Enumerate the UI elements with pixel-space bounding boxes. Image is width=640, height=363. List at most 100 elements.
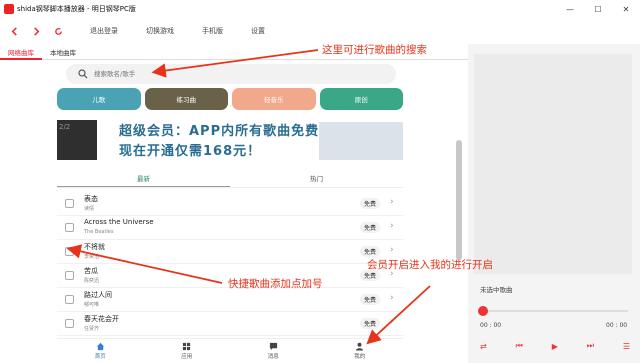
switch-game-menu[interactable]: 切换游戏 — [146, 26, 174, 36]
nav-messages[interactable]: 消息 — [230, 339, 317, 362]
nav-label: 我的 — [354, 353, 366, 360]
member-annotation: 会员开启进入我的进行开启 — [367, 259, 493, 271]
search-annotation: 这里可进行歌曲的搜索 — [322, 44, 427, 56]
chevron-right-icon[interactable]: › — [390, 245, 394, 255]
add-song-icon[interactable] — [65, 199, 74, 208]
promo-banner[interactable]: 2/2 超级会员：APP内所有歌曲免费 现在开通仅需168元！ — [57, 116, 403, 162]
maximize-button[interactable]: ☐ — [584, 0, 612, 18]
nav-mine[interactable]: 我的 — [317, 339, 404, 362]
time-current: 00 : 00 — [480, 322, 502, 329]
chevron-right-icon[interactable]: › — [390, 293, 394, 303]
add-song-icon[interactable] — [65, 247, 74, 256]
banner-thumb-text: 2/2 — [59, 123, 71, 131]
chevron-right-icon — [33, 26, 39, 36]
banner-line-1: 超级会员：APP内所有歌曲免费 — [119, 124, 320, 139]
user-icon — [356, 342, 364, 351]
current-song-label: 未选中歌曲 — [480, 286, 513, 294]
add-song-icon[interactable] — [65, 223, 74, 232]
bottom-nav: 首页 应用 消息 我的 — [57, 338, 403, 362]
back-button[interactable] — [6, 23, 22, 39]
song-artist: 陈奕迅 — [84, 278, 100, 284]
refresh-icon — [54, 27, 62, 35]
content-scroll[interactable]: 儿歌 练习曲 轻音乐 原创 2/2 超级会员：APP内所有歌曲免费 现在开通仅需… — [0, 86, 468, 336]
song-artist: 郁可唯 — [84, 302, 100, 308]
category-light-music[interactable]: 轻音乐 — [232, 88, 316, 110]
category-row: 儿歌 练习曲 轻音乐 原创 — [57, 88, 403, 110]
time-total: 00 : 00 — [606, 322, 628, 329]
sort-tabs: 最新 热门 — [57, 168, 403, 188]
window-title: shida钢琴脚本播放器 - 明日钢琴PC版 — [17, 5, 136, 13]
toolbar: 退出登录 切换游戏 手机版 设置 — [0, 18, 640, 44]
category-original[interactable]: 原创 — [319, 88, 403, 110]
add-song-icon[interactable] — [65, 295, 74, 304]
progress-knob[interactable] — [478, 306, 488, 316]
category-children[interactable]: 儿歌 — [57, 88, 141, 110]
player-panel: 未选中歌曲 00 : 00 00 : 00 ⇄ ⏮ ▶ ⏭ ☰ — [468, 44, 640, 363]
category-etude[interactable]: 练习曲 — [144, 88, 228, 110]
chevron-right-icon[interactable]: › — [390, 221, 394, 231]
shuffle-icon[interactable]: ⇄ — [480, 342, 487, 351]
message-icon — [269, 342, 277, 350]
mobile-version-menu[interactable]: 手机版 — [202, 26, 223, 36]
free-badge: 免费 — [360, 318, 381, 329]
nav-label: 首页 — [94, 353, 106, 360]
library-panel: 儿歌 练习曲 轻音乐 原创 2/2 超级会员：APP内所有歌曲免费 现在开通仅需… — [0, 60, 468, 363]
song-row[interactable]: 表态 读情 免费 › — [57, 192, 403, 216]
banner-side-image — [319, 122, 403, 160]
home-icon — [96, 342, 104, 350]
play-icon[interactable]: ▶ — [552, 342, 558, 351]
close-button[interactable]: ✕ — [612, 0, 640, 18]
app-window: shida钢琴脚本播放器 - 明日钢琴PC版 — ☐ ✕ 退出登录 切换游戏 手… — [0, 0, 640, 363]
free-badge: 免费 — [360, 246, 381, 257]
playlist-icon[interactable]: ☰ — [623, 342, 630, 351]
free-badge: 免费 — [360, 222, 381, 233]
tab-local-library[interactable]: 本地曲库 — [42, 44, 84, 60]
previous-icon[interactable]: ⏮ — [516, 341, 523, 351]
app-logo-icon — [4, 4, 14, 14]
song-list: 表态 读情 免费 › Across the Universe The Beatl… — [57, 192, 403, 336]
forward-button[interactable] — [28, 23, 44, 39]
song-artist: 任贤齐 — [84, 326, 100, 332]
song-artist: 读情 — [84, 206, 95, 212]
refresh-button[interactable] — [50, 23, 66, 39]
chevron-right-icon[interactable]: › — [390, 197, 394, 207]
banner-line-2: 现在开通仅需168元！ — [119, 144, 262, 159]
progress-track[interactable] — [482, 310, 628, 312]
song-title: 表态 — [84, 195, 98, 203]
settings-menu[interactable]: 设置 — [251, 26, 265, 36]
window-controls: — ☐ ✕ — [556, 0, 640, 18]
song-row[interactable]: 不将就 李荣浩 免费 › — [57, 240, 403, 264]
nav-apps[interactable]: 应用 — [144, 339, 231, 362]
song-artist: 李荣浩 — [84, 254, 100, 260]
album-cover — [474, 54, 632, 274]
free-badge: 免费 — [360, 198, 381, 209]
song-row[interactable]: Across the Universe The Beatles 免费 › — [57, 216, 403, 240]
search-icon — [78, 69, 88, 79]
player-controls: ⇄ ⏮ ▶ ⏭ ☰ — [480, 339, 630, 353]
scrollbar[interactable] — [456, 140, 462, 260]
song-artist: The Beatles — [84, 229, 114, 235]
chevron-left-icon — [11, 26, 17, 36]
minimize-button[interactable]: — — [556, 0, 584, 18]
song-row[interactable]: 路过人间 郁可唯 免费 › — [57, 288, 403, 312]
tab-popular[interactable]: 热门 — [230, 168, 403, 187]
logout-menu[interactable]: 退出登录 — [90, 26, 118, 36]
nav-label: 消息 — [267, 353, 279, 360]
add-song-icon[interactable] — [65, 271, 74, 280]
add-song-icon[interactable] — [65, 319, 74, 328]
song-title: 路过人间 — [84, 291, 112, 299]
tab-online-library[interactable]: 网络曲库 — [0, 44, 42, 60]
song-row[interactable]: 春天花会开 任贤齐 免费 › — [57, 312, 403, 336]
nav-home[interactable]: 首页 — [57, 339, 144, 362]
nav-label: 应用 — [181, 353, 193, 360]
next-icon[interactable]: ⏭ — [587, 341, 594, 351]
song-title: 春天花会开 — [84, 315, 119, 323]
search-input[interactable] — [94, 70, 294, 78]
song-title: Across the Universe — [84, 218, 154, 226]
search-bar[interactable] — [66, 64, 396, 84]
chevron-right-icon[interactable]: › — [390, 317, 394, 327]
title-bar: shida钢琴脚本播放器 - 明日钢琴PC版 — ☐ ✕ — [0, 0, 640, 18]
tab-latest[interactable]: 最新 — [57, 168, 230, 187]
free-badge: 免费 — [360, 294, 381, 305]
apps-icon — [183, 342, 191, 350]
